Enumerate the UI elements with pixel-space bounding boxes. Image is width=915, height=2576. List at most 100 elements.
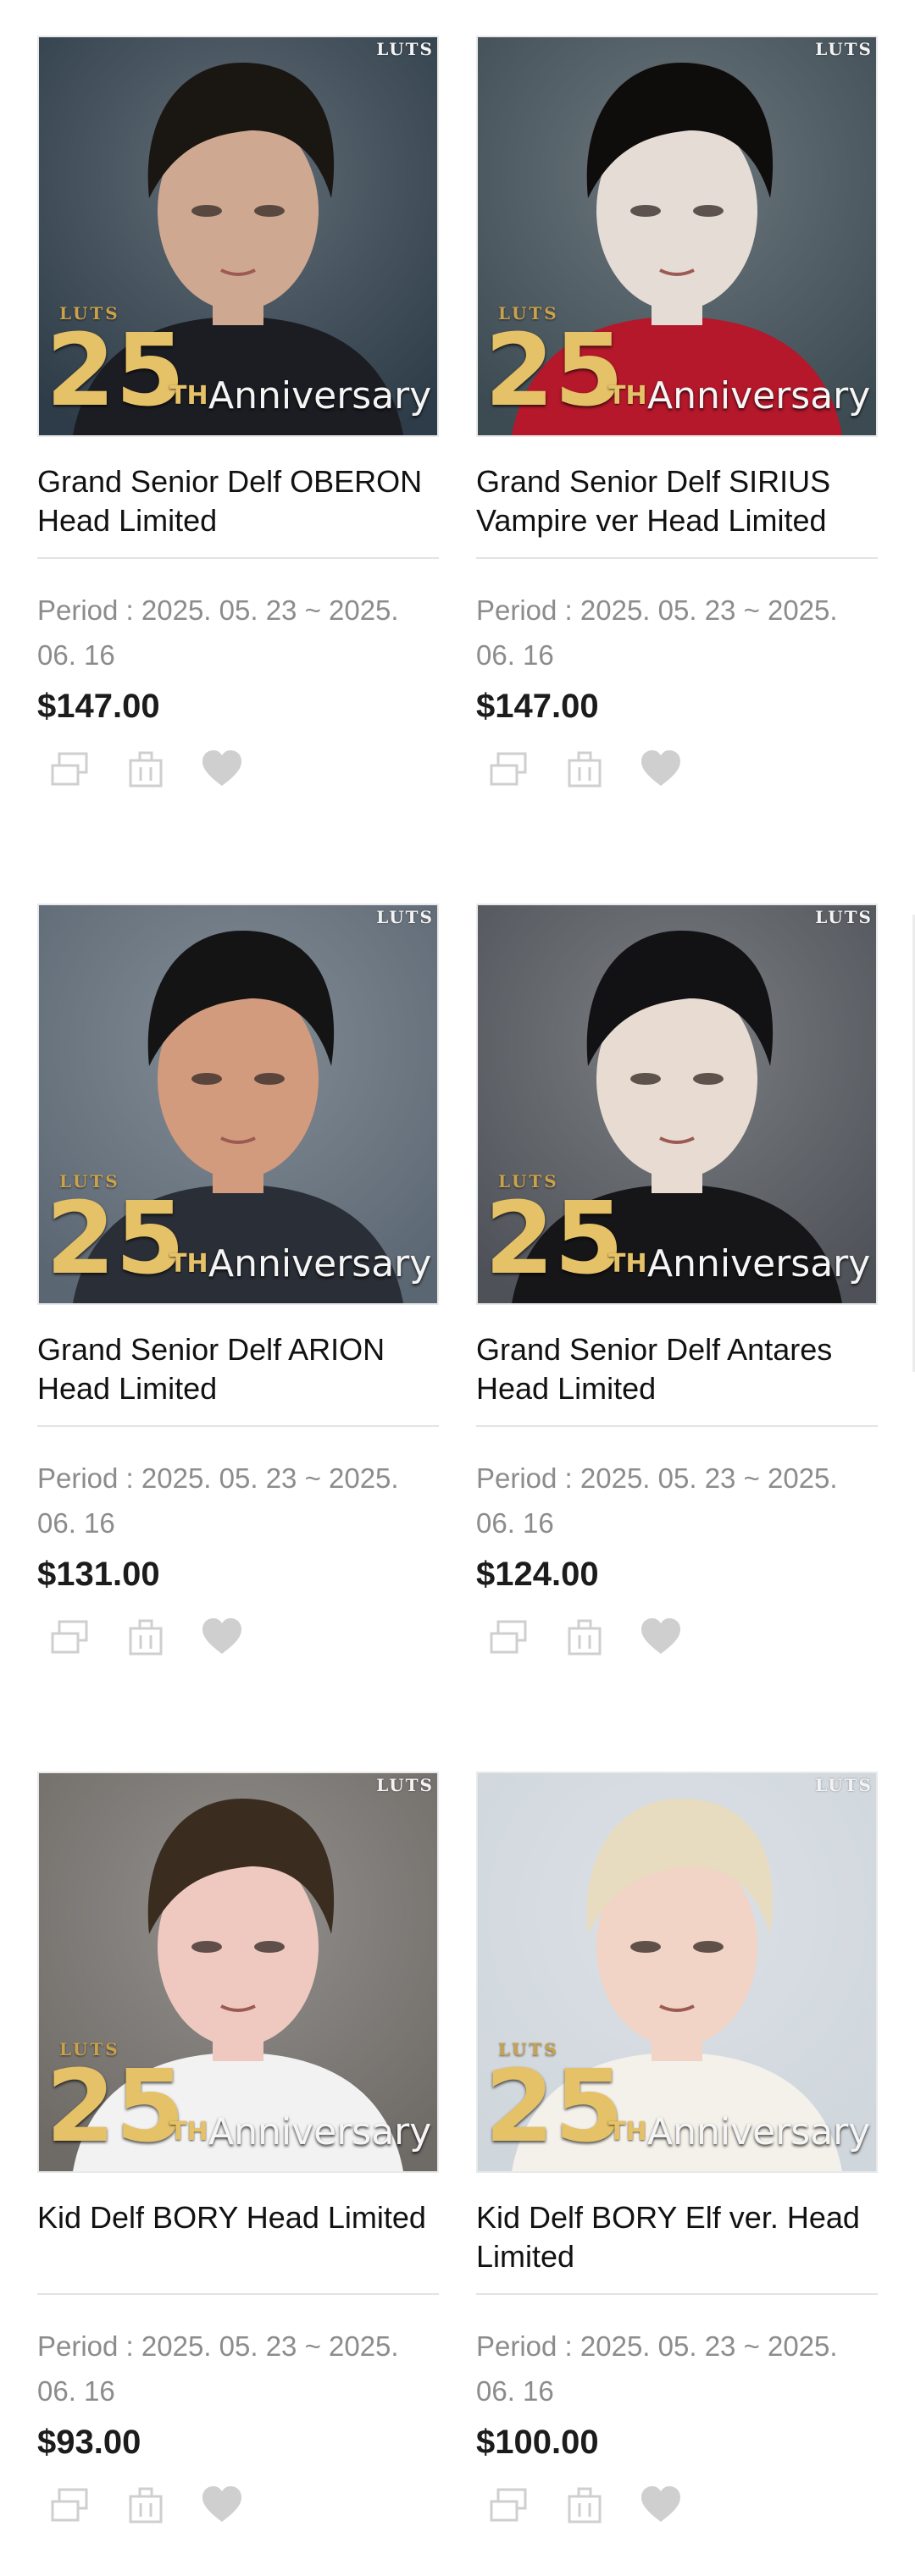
heart-button[interactable] bbox=[197, 2479, 247, 2530]
brand-logo: LUTS bbox=[815, 1775, 873, 1795]
heart-icon bbox=[202, 2486, 241, 2522]
compare-icon bbox=[490, 1620, 527, 1654]
product-price: $100.00 bbox=[476, 2424, 599, 2461]
brand-logo: LUTS bbox=[815, 39, 873, 59]
product-image[interactable]: LUTS LUTS 25 TH Anniversary bbox=[37, 904, 439, 1305]
brand-logo: LUTS bbox=[376, 1775, 434, 1795]
product-title[interactable]: Grand Senior Delf ARION Head Limited bbox=[37, 1330, 439, 1408]
sale-period: Period : 2025. 05. 23 ~ 2025. 06. 16 bbox=[37, 2330, 399, 2407]
heart-button[interactable] bbox=[197, 744, 247, 794]
cart-icon bbox=[568, 1619, 602, 1656]
cart-icon bbox=[129, 2487, 163, 2523]
product-image[interactable]: LUTS LUTS 25 TH Anniversary bbox=[476, 904, 878, 1305]
compare-icon bbox=[51, 1620, 88, 1654]
anniversary-word: Anniversary bbox=[208, 374, 432, 417]
divider bbox=[476, 2293, 878, 2295]
brand-logo: LUTS bbox=[376, 907, 434, 927]
anniversary-word: Anniversary bbox=[647, 2110, 871, 2153]
anniversary-suffix: TH bbox=[608, 2117, 647, 2147]
product-image[interactable]: LUTS LUTS 25 TH Anniversary bbox=[37, 36, 439, 437]
compare-icon bbox=[490, 2488, 527, 2522]
cart-icon bbox=[568, 2487, 602, 2523]
anniversary-suffix: TH bbox=[608, 1249, 647, 1279]
anniversary-number: 25 bbox=[46, 1180, 186, 1296]
divider bbox=[476, 1425, 878, 1427]
sale-period: Period : 2025. 05. 23 ~ 2025. 06. 16 bbox=[37, 594, 399, 671]
brand-logo: LUTS bbox=[376, 39, 434, 59]
heart-icon bbox=[641, 2486, 680, 2522]
sale-period: Period : 2025. 05. 23 ~ 2025. 06. 16 bbox=[476, 2330, 838, 2407]
anniversary-suffix: TH bbox=[169, 2117, 208, 2147]
cart-icon bbox=[129, 1619, 163, 1656]
anniversary-badge: LUTS 25 TH Anniversary bbox=[481, 1171, 876, 1298]
anniversary-number: 25 bbox=[485, 312, 624, 428]
anniversary-badge: LUTS 25 TH Anniversary bbox=[42, 303, 437, 430]
cart-button[interactable] bbox=[559, 744, 610, 794]
anniversary-word: Anniversary bbox=[647, 1242, 871, 1285]
compare-button[interactable] bbox=[44, 2479, 95, 2530]
product-price: $131.00 bbox=[37, 1556, 160, 1593]
cart-button[interactable] bbox=[120, 1611, 171, 1662]
anniversary-badge: LUTS 25 TH Anniversary bbox=[42, 2039, 437, 2166]
divider bbox=[476, 557, 878, 559]
compare-button[interactable] bbox=[44, 1611, 95, 1662]
product-actions bbox=[44, 744, 273, 794]
brand-logo: LUTS bbox=[815, 907, 873, 927]
divider bbox=[37, 2293, 439, 2295]
cart-button[interactable] bbox=[559, 2479, 610, 2530]
anniversary-word: Anniversary bbox=[208, 2110, 432, 2153]
product-price: $93.00 bbox=[37, 2424, 141, 2461]
heart-button[interactable] bbox=[635, 744, 686, 794]
compare-icon bbox=[51, 752, 88, 786]
anniversary-number: 25 bbox=[485, 1180, 624, 1296]
sale-period: Period : 2025. 05. 23 ~ 2025. 06. 16 bbox=[476, 594, 838, 671]
anniversary-number: 25 bbox=[46, 312, 186, 428]
compare-button[interactable] bbox=[483, 1611, 534, 1662]
sale-period: Period : 2025. 05. 23 ~ 2025. 06. 16 bbox=[476, 1462, 838, 1539]
product-actions bbox=[483, 744, 712, 794]
compare-button[interactable] bbox=[483, 2479, 534, 2530]
divider bbox=[37, 1425, 439, 1427]
compare-icon bbox=[51, 2488, 88, 2522]
product-actions bbox=[483, 1611, 712, 1662]
product-price: $124.00 bbox=[476, 1556, 599, 1593]
product-title[interactable]: Grand Senior Delf SIRIUS Vampire ver Hea… bbox=[476, 462, 878, 540]
compare-button[interactable] bbox=[44, 744, 95, 794]
anniversary-badge: LUTS 25 TH Anniversary bbox=[481, 2039, 876, 2166]
cart-button[interactable] bbox=[120, 744, 171, 794]
anniversary-word: Anniversary bbox=[647, 374, 871, 417]
anniversary-suffix: TH bbox=[169, 381, 208, 411]
product-image[interactable]: LUTS LUTS 25 TH Anniversary bbox=[476, 1772, 878, 2173]
anniversary-suffix: TH bbox=[169, 1249, 208, 1279]
product-title[interactable]: Kid Delf BORY Head Limited bbox=[37, 2198, 439, 2237]
product-title[interactable]: Grand Senior Delf Antares Head Limited bbox=[476, 1330, 878, 1408]
product-actions bbox=[44, 1611, 273, 1662]
anniversary-badge: LUTS 25 TH Anniversary bbox=[481, 303, 876, 430]
product-image[interactable]: LUTS LUTS 25 TH Anniversary bbox=[37, 1772, 439, 2173]
product-actions bbox=[483, 2479, 712, 2530]
product-image[interactable]: LUTS LUTS 25 TH Anniversary bbox=[476, 36, 878, 437]
anniversary-word: Anniversary bbox=[208, 1242, 432, 1285]
product-price: $147.00 bbox=[37, 688, 160, 725]
heart-button[interactable] bbox=[635, 1611, 686, 1662]
cart-button[interactable] bbox=[559, 1611, 610, 1662]
heart-icon bbox=[202, 1618, 241, 1654]
product-title[interactable]: Kid Delf BORY Elf ver. Head Limited bbox=[476, 2198, 878, 2276]
product-price: $147.00 bbox=[476, 688, 599, 725]
cart-button[interactable] bbox=[120, 2479, 171, 2530]
heart-icon bbox=[202, 750, 241, 786]
heart-button[interactable] bbox=[197, 1611, 247, 1662]
heart-button[interactable] bbox=[635, 2479, 686, 2530]
anniversary-number: 25 bbox=[46, 2048, 186, 2164]
compare-button[interactable] bbox=[483, 744, 534, 794]
compare-icon bbox=[490, 752, 527, 786]
sale-period: Period : 2025. 05. 23 ~ 2025. 06. 16 bbox=[37, 1462, 399, 1539]
heart-icon bbox=[641, 750, 680, 786]
anniversary-number: 25 bbox=[485, 2048, 624, 2164]
anniversary-badge: LUTS 25 TH Anniversary bbox=[42, 1171, 437, 1298]
anniversary-suffix: TH bbox=[608, 381, 647, 411]
product-title[interactable]: Grand Senior Delf OBERON Head Limited bbox=[37, 462, 439, 540]
heart-icon bbox=[641, 1618, 680, 1654]
cart-icon bbox=[568, 751, 602, 788]
divider bbox=[37, 557, 439, 559]
